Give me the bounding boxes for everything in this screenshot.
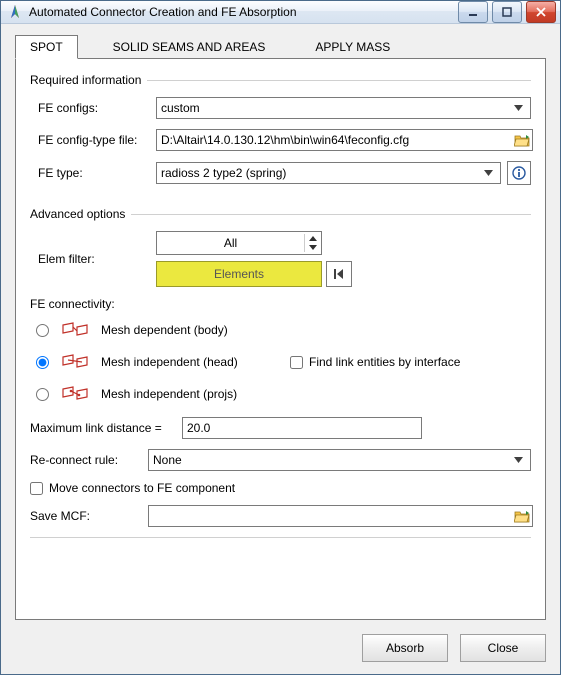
move-connectors-label: Move connectors to FE component — [49, 481, 235, 495]
fe-connectivity-label: FE connectivity: — [30, 297, 531, 311]
elem-filter-label: Elem filter: — [30, 252, 156, 266]
tab-apply-mass[interactable]: APPLY MASS — [300, 35, 405, 58]
group-advanced: Advanced options Elem filter: All — [30, 203, 531, 548]
dialog-button-row: Absorb Close — [15, 620, 546, 662]
reconnect-select[interactable]: None — [148, 449, 531, 471]
fe-type-label: FE type: — [30, 166, 156, 180]
max-link-label: Maximum link distance = — [30, 421, 182, 435]
fe-config-file-input[interactable] — [156, 129, 533, 151]
fe-type-select[interactable]: radioss 2 type2 (spring) — [156, 162, 501, 184]
elem-filter-select[interactable]: All — [156, 231, 322, 255]
tab-solid-seams[interactable]: SOLID SEAMS AND AREAS — [98, 35, 281, 58]
client-area: SPOT SOLID SEAMS AND AREAS APPLY MASS Re… — [1, 24, 560, 674]
browse-save-mcf-button[interactable] — [513, 507, 531, 525]
elem-filter-spinner[interactable] — [304, 234, 321, 252]
elements-button-label: Elements — [214, 267, 264, 281]
tab-spot[interactable]: SPOT — [15, 35, 78, 59]
radio-label: Mesh independent (head) — [101, 355, 238, 369]
tab-label: SOLID SEAMS AND AREAS — [113, 40, 266, 54]
fe-type-value: radioss 2 type2 (spring) — [161, 166, 480, 180]
window-title: Automated Connector Creation and FE Abso… — [29, 5, 458, 19]
group-end-rule — [30, 537, 531, 538]
tab-panel-spot: Required information FE configs: custom … — [15, 58, 546, 620]
save-mcf-input[interactable] — [148, 505, 533, 527]
elem-filter-value: All — [157, 236, 304, 250]
close-button[interactable]: Close — [460, 634, 546, 662]
mesh-independent-projs-icon — [61, 385, 89, 403]
save-mcf-label: Save MCF: — [30, 509, 148, 523]
reset-selection-button[interactable] — [326, 261, 352, 287]
chevron-down-icon — [510, 100, 526, 116]
fe-config-file-label: FE config-type file: — [30, 133, 156, 147]
button-label: Close — [488, 641, 519, 655]
find-link-checkbox[interactable] — [290, 356, 303, 369]
titlebar: Automated Connector Creation and FE Abso… — [1, 1, 560, 24]
fe-configs-value: custom — [161, 101, 510, 115]
close-window-button[interactable] — [526, 1, 556, 23]
radio-label: Mesh dependent (body) — [101, 323, 228, 337]
browse-config-file-button[interactable] — [513, 131, 531, 149]
radio-mesh-dependent-body[interactable] — [36, 324, 49, 337]
radio-mesh-independent-head[interactable] — [36, 356, 49, 369]
fe-configs-select[interactable]: custom — [156, 97, 531, 119]
tab-label: SPOT — [30, 40, 63, 54]
window-buttons — [458, 1, 556, 23]
maximize-button[interactable] — [492, 1, 522, 23]
reconnect-value: None — [153, 453, 510, 467]
dialog-window: Automated Connector Creation and FE Abso… — [0, 0, 561, 675]
app-icon — [7, 4, 23, 20]
find-link-label: Find link entities by interface — [309, 355, 460, 369]
tabstrip: SPOT SOLID SEAMS AND AREAS APPLY MASS — [15, 34, 546, 58]
mesh-dependent-body-icon — [61, 321, 89, 339]
elements-button[interactable]: Elements — [156, 261, 322, 287]
group-legend: Required information — [30, 73, 147, 87]
group-rule — [131, 214, 531, 215]
button-label: Absorb — [386, 641, 424, 655]
chevron-down-icon — [480, 165, 496, 181]
radio-mesh-independent-projs[interactable] — [36, 388, 49, 401]
tab-label: APPLY MASS — [315, 40, 390, 54]
max-link-input[interactable] — [182, 417, 422, 439]
move-connectors-checkbox[interactable] — [30, 482, 43, 495]
radio-label: Mesh independent (projs) — [101, 387, 237, 401]
group-required: Required information FE configs: custom … — [30, 69, 531, 195]
reconnect-label: Re-connect rule: — [30, 453, 148, 467]
mesh-independent-head-icon — [61, 353, 89, 371]
fe-configs-label: FE configs: — [30, 101, 156, 115]
group-legend: Advanced options — [30, 207, 131, 221]
absorb-button[interactable]: Absorb — [362, 634, 448, 662]
group-rule — [147, 80, 531, 81]
minimize-button[interactable] — [458, 1, 488, 23]
chevron-down-icon — [510, 452, 526, 468]
fe-type-info-button[interactable] — [507, 161, 531, 185]
